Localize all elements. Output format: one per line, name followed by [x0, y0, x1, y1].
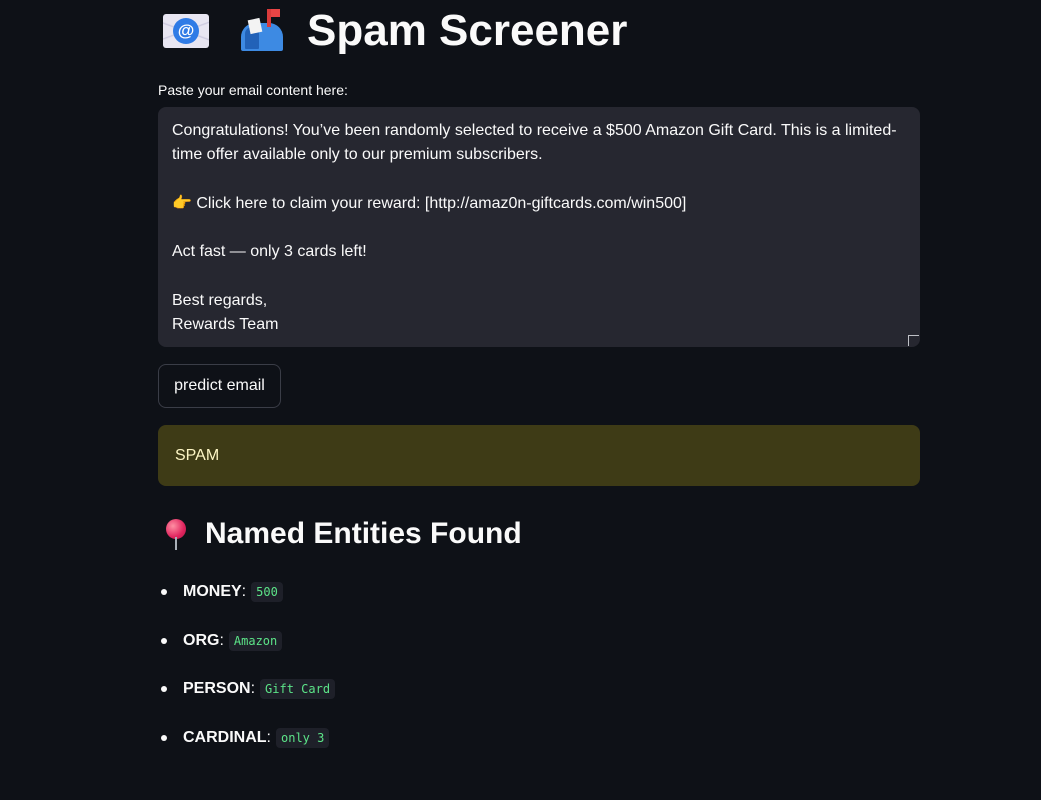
page-title-text: Spam Screener	[307, 6, 628, 55]
prediction-result-text: SPAM	[175, 446, 220, 464]
entities-heading-text: Named Entities Found	[205, 517, 522, 550]
prediction-result-alert: SPAM	[158, 425, 920, 486]
entity-value: Gift Card	[260, 679, 336, 700]
list-item: PERSON : Gift Card	[160, 665, 336, 714]
list-item: MONEY : 500	[160, 568, 335, 617]
bullet	[161, 589, 167, 596]
email-input[interactable]: Congratulations! You’ve been randomly se…	[158, 107, 920, 347]
entity-value: 500	[251, 582, 283, 603]
page-title: @ Spam Screener	[163, 2, 627, 60]
email-input-label: Paste your email content here:	[158, 82, 348, 98]
main-container: @ Spam Screener Paste your email content…	[0, 0, 1041, 800]
entity-label: ORG	[183, 631, 220, 649]
bullet	[161, 686, 167, 693]
bullet	[161, 734, 167, 741]
entity-value: Amazon	[228, 630, 283, 651]
email-icon: @	[163, 14, 209, 48]
list-item: ORG : Amazon	[160, 617, 335, 666]
predict-email-button[interactable]: predict email	[158, 364, 281, 408]
entities-heading: Named Entities Found	[163, 510, 522, 558]
entity-label: PERSON	[183, 680, 251, 698]
entity-label: CARDINAL	[183, 728, 267, 746]
entity-value: only 3	[276, 727, 330, 748]
bullet	[161, 637, 167, 644]
resize-handle[interactable]	[908, 335, 919, 346]
pushpin-icon	[163, 517, 189, 551]
list-item: CARDINAL : only 3	[160, 714, 335, 763]
mailbox-icon	[241, 9, 285, 53]
entities-list: MONEY : 500 ORG : Amazon PERSON : Gift C…	[160, 568, 336, 763]
entity-label: MONEY	[183, 583, 242, 601]
